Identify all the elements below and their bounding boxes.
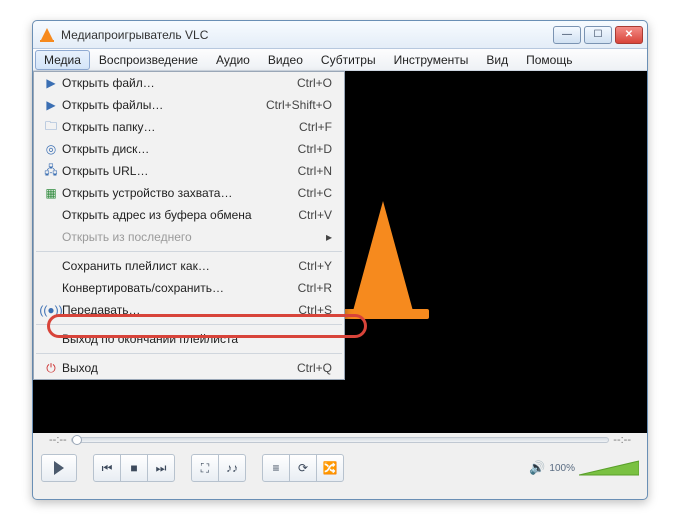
window-controls: — ☐ ✕ (553, 26, 643, 44)
skip-forward-icon: ⏭ (156, 461, 167, 476)
menu-audio[interactable]: Аудио (207, 50, 259, 70)
media-dropdown-menu: ▶ Открыть файл… Ctrl+O ▶ Открыть файлы… … (33, 71, 345, 380)
window-title-area: Медиапроигрыватель VLC (39, 27, 208, 43)
close-button[interactable]: ✕ (615, 26, 643, 44)
menu-playback[interactable]: Воспроизведение (90, 50, 207, 70)
window-title: Медиапроигрыватель VLC (61, 28, 208, 42)
playlist-button[interactable]: ≡ (262, 454, 290, 482)
shuffle-icon: 🔀 (323, 461, 338, 475)
menu-help[interactable]: Помощь (517, 50, 581, 70)
menu-item-open-clipboard[interactable]: Открыть адрес из буфера обмена Ctrl+V (34, 204, 344, 226)
fullscreen-button[interactable]: ⛶ (191, 454, 219, 482)
volume-percent: 100% (549, 463, 575, 474)
menu-tools[interactable]: Инструменты (385, 50, 478, 70)
maximize-button[interactable]: ☐ (584, 26, 612, 44)
equalizer-icon: ♪♪ (226, 461, 238, 475)
total-time: --:-- (609, 434, 635, 446)
seek-track[interactable] (71, 437, 610, 443)
seek-knob[interactable] (72, 435, 82, 445)
network-icon: 🖧 (40, 161, 62, 182)
menu-separator (36, 353, 342, 354)
vlc-cone-icon (39, 27, 55, 43)
fullscreen-icon: ⛶ (201, 461, 209, 476)
extended-settings-button[interactable]: ♪♪ (218, 454, 246, 482)
background-vlc-cone-icon (333, 201, 433, 321)
previous-button[interactable]: ⏮ (93, 454, 121, 482)
menu-separator (36, 324, 342, 325)
menu-item-convert-save[interactable]: Конвертировать/сохранить… Ctrl+R (34, 277, 344, 299)
folder-icon: 🗀 (40, 117, 62, 138)
menu-item-open-recent: Открыть из последнего ▸ (34, 226, 344, 248)
stop-button[interactable]: ■ (120, 454, 148, 482)
speaker-icon[interactable]: 🔊 (529, 460, 545, 476)
menu-item-open-capture[interactable]: ▦ Открыть устройство захвата… Ctrl+C (34, 182, 344, 204)
video-area: ▶ Открыть файл… Ctrl+O ▶ Открыть файлы… … (33, 71, 647, 433)
menu-media[interactable]: Медиа (35, 50, 90, 70)
menu-separator (36, 251, 342, 252)
seekbar: --:-- --:-- (33, 433, 647, 447)
stop-icon: ■ (130, 461, 137, 475)
stream-icon: ((●)) (40, 303, 62, 317)
loop-icon: ⟳ (298, 461, 308, 475)
file-play-icon: ▶ (40, 76, 62, 90)
menu-video[interactable]: Видео (259, 50, 312, 70)
playlist-icon: ≡ (272, 461, 279, 475)
menu-item-open-file[interactable]: ▶ Открыть файл… Ctrl+O (34, 72, 344, 94)
elapsed-time: --:-- (45, 434, 71, 446)
menu-item-open-files[interactable]: ▶ Открыть файлы… Ctrl+Shift+O (34, 94, 344, 116)
menu-item-quit-after-playlist[interactable]: Выход по окончании плейлиста (34, 328, 344, 350)
app-window: Медиапроигрыватель VLC — ☐ ✕ Медиа Воспр… (32, 20, 648, 500)
disc-icon: ◎ (40, 142, 62, 156)
loop-button[interactable]: ⟳ (289, 454, 317, 482)
next-button[interactable]: ⏭ (147, 454, 175, 482)
menu-item-quit[interactable]: ⏻ Выход Ctrl+Q (34, 357, 344, 379)
menubar: Медиа Воспроизведение Аудио Видео Субтит… (33, 49, 647, 71)
volume-control: 🔊 100% (529, 459, 639, 477)
volume-slider[interactable] (579, 459, 639, 477)
menu-item-open-disc[interactable]: ◎ Открыть диск… Ctrl+D (34, 138, 344, 160)
quit-icon: ⏻ (40, 361, 62, 376)
minimize-button[interactable]: — (553, 26, 581, 44)
skip-back-icon: ⏮ (102, 461, 113, 476)
menu-subtitles[interactable]: Субтитры (312, 50, 385, 70)
controlbar: ⏮ ■ ⏭ ⛶ ♪♪ ≡ ⟳ 🔀 🔊 100% (33, 447, 647, 491)
files-play-icon: ▶ (40, 98, 62, 112)
shuffle-button[interactable]: 🔀 (316, 454, 344, 482)
play-button[interactable] (41, 454, 77, 482)
menu-item-open-url[interactable]: 🖧 Открыть URL… Ctrl+N (34, 160, 344, 182)
play-icon (54, 461, 64, 475)
titlebar: Медиапроигрыватель VLC — ☐ ✕ (33, 21, 647, 49)
capture-device-icon: ▦ (40, 186, 62, 200)
menu-item-stream[interactable]: ((●)) Передавать… Ctrl+S (34, 299, 344, 321)
menu-view[interactable]: Вид (477, 50, 517, 70)
menu-item-open-folder[interactable]: 🗀 Открыть папку… Ctrl+F (34, 116, 344, 138)
menu-item-save-playlist[interactable]: Сохранить плейлист как… Ctrl+Y (34, 255, 344, 277)
